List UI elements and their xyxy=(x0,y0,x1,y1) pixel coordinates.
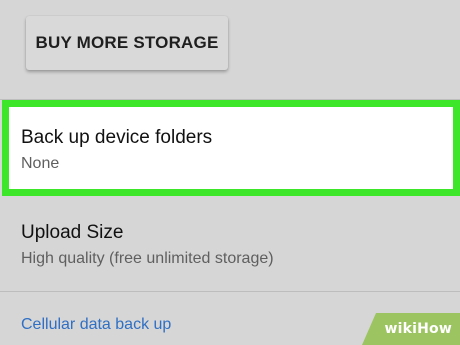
settings-screen: BUY MORE STORAGE Back up device folders … xyxy=(0,0,460,345)
upload-size-title: Upload Size xyxy=(21,222,124,243)
watermark-wiki: wiki xyxy=(384,321,418,337)
upload-size-item[interactable]: Upload Size High quality (free unlimited… xyxy=(0,200,460,286)
cellular-data-backup-link[interactable]: Cellular data back up xyxy=(21,316,171,334)
divider xyxy=(0,291,460,292)
backup-device-folders-title: Back up device folders xyxy=(21,127,213,148)
wikihow-watermark-text: wikiHow xyxy=(384,321,452,337)
watermark-how: How xyxy=(417,321,452,337)
backup-device-folders-value: None xyxy=(21,155,60,172)
backup-device-folders-item[interactable]: Back up device folders None xyxy=(0,107,460,189)
buy-more-storage-button[interactable]: BUY MORE STORAGE xyxy=(26,16,228,70)
upload-size-value: High quality (free unlimited storage) xyxy=(21,250,274,267)
